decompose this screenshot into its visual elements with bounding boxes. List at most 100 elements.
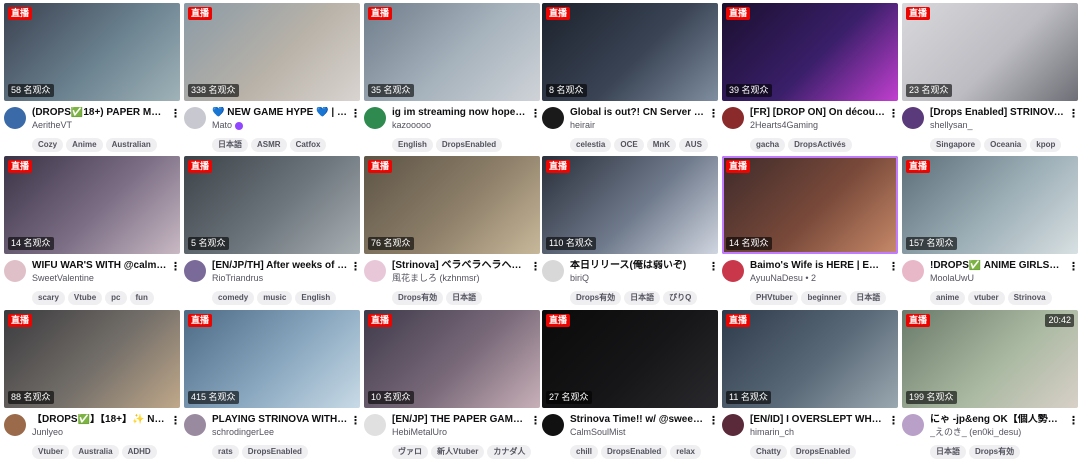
- stream-thumbnail[interactable]: 直播 27 名观众: [542, 310, 718, 408]
- avatar[interactable]: [902, 107, 924, 129]
- stream-thumbnail[interactable]: 直播 35 名观众: [364, 3, 540, 101]
- stream-thumbnail[interactable]: 直播 88 名观众: [4, 310, 180, 408]
- channel-name[interactable]: himarin_ch: [750, 427, 886, 438]
- tag-chip[interactable]: relax: [670, 445, 701, 459]
- avatar[interactable]: [364, 414, 386, 436]
- channel-name[interactable]: RioTriandrus: [212, 273, 348, 284]
- stream-title[interactable]: !DROPS✅ ANIME GIRLS✅PEW...: [930, 260, 1066, 272]
- stream-thumbnail[interactable]: 直播 39 名观众: [722, 3, 898, 101]
- tag-chip[interactable]: DropsEnabled: [789, 445, 857, 459]
- more-options-icon[interactable]: ⋮: [888, 107, 899, 121]
- channel-name[interactable]: _えのき_ (en0ki_desu): [930, 427, 1066, 438]
- avatar[interactable]: [4, 414, 26, 436]
- avatar[interactable]: [542, 107, 564, 129]
- stream-thumbnail[interactable]: 直播 58 名观众: [4, 3, 180, 101]
- avatar[interactable]: [184, 107, 206, 129]
- stream-title[interactable]: ig im streaming now hope said ...: [392, 107, 528, 119]
- tag-chip[interactable]: scary: [32, 291, 65, 305]
- stream-thumbnail[interactable]: 直播 14 名观众: [722, 156, 898, 254]
- more-options-icon[interactable]: ⋮: [530, 414, 541, 428]
- tag-chip[interactable]: 日本語: [930, 445, 966, 459]
- stream-title[interactable]: [EN/JP] THE PAPER GAME IS ...: [392, 414, 528, 426]
- tag-chip[interactable]: Vtube: [67, 291, 103, 305]
- channel-name[interactable]: Mato: [212, 120, 348, 131]
- tag-chip[interactable]: MnK: [646, 138, 677, 152]
- tag-chip[interactable]: AUS: [679, 138, 708, 152]
- tag-chip[interactable]: Anime: [66, 138, 103, 152]
- avatar[interactable]: [722, 414, 744, 436]
- tag-chip[interactable]: 日本語: [446, 291, 483, 305]
- stream-title[interactable]: PLAYING STRINOVA WITH ENO...: [212, 414, 348, 426]
- tag-chip[interactable]: Strinova: [1007, 291, 1052, 305]
- tag-chip[interactable]: Australia: [72, 445, 119, 459]
- tag-chip[interactable]: ADHD: [121, 445, 157, 459]
- tag-chip[interactable]: Vtuber: [32, 445, 70, 459]
- channel-name[interactable]: SweetValentine: [32, 273, 168, 284]
- stream-title[interactable]: Global is out?! CN Server top 1...: [570, 107, 706, 119]
- tag-chip[interactable]: Australian: [105, 138, 157, 152]
- tag-chip[interactable]: カナダ人: [487, 445, 532, 459]
- stream-title[interactable]: [Drops Enabled] STRINOVA FIN...: [930, 107, 1066, 119]
- channel-name[interactable]: kazooooo: [392, 120, 528, 131]
- avatar[interactable]: [4, 107, 26, 129]
- stream-title[interactable]: (DROPS✅18+) PAPER MARIO ...: [32, 107, 168, 119]
- channel-name[interactable]: AyuuNaDesu • 2: [750, 273, 886, 284]
- stream-thumbnail[interactable]: 直播 415 名观众: [184, 310, 360, 408]
- tag-chip[interactable]: kpop: [1030, 138, 1062, 152]
- stream-thumbnail[interactable]: 直播 338 名观众: [184, 3, 360, 101]
- tag-chip[interactable]: ヴァロ: [392, 445, 428, 459]
- avatar[interactable]: [542, 414, 564, 436]
- channel-name[interactable]: 2Hearts4Gaming: [750, 120, 886, 131]
- tag-chip[interactable]: vtuber: [968, 291, 1005, 305]
- more-options-icon[interactable]: ⋮: [350, 414, 361, 428]
- more-options-icon[interactable]: ⋮: [1068, 107, 1079, 121]
- stream-title[interactable]: Strinova Time!! w/ @sweetvale...: [570, 414, 706, 426]
- stream-title[interactable]: 【DROPS✅】【18+】✨ NEW ...: [32, 414, 168, 426]
- more-options-icon[interactable]: ⋮: [888, 260, 899, 274]
- tag-chip[interactable]: 日本語: [850, 291, 887, 305]
- tag-chip[interactable]: beginner: [801, 291, 848, 305]
- stream-title[interactable]: 本日リリース(俺は弱いぞ): [570, 260, 706, 272]
- tag-chip[interactable]: OCE: [614, 138, 644, 152]
- stream-title[interactable]: にゃ -jp&eng OK【個人勢】-----: [930, 414, 1066, 426]
- stream-thumbnail[interactable]: 直播 11 名观众: [722, 310, 898, 408]
- stream-thumbnail[interactable]: 直播 8 名观众: [542, 3, 718, 101]
- channel-name[interactable]: AeritheVT: [32, 120, 168, 131]
- tag-chip[interactable]: ASMR: [251, 138, 287, 152]
- more-options-icon[interactable]: ⋮: [170, 107, 181, 121]
- channel-name[interactable]: heirair: [570, 120, 706, 131]
- channel-name[interactable]: MoolaUwU: [930, 273, 1066, 284]
- tag-chip[interactable]: gacha: [750, 138, 786, 152]
- avatar[interactable]: [902, 414, 924, 436]
- avatar[interactable]: [902, 260, 924, 282]
- stream-title[interactable]: WIFU WAR'S WITH @calmsoul...: [32, 260, 168, 272]
- stream-thumbnail[interactable]: 直播 10 名观众: [364, 310, 540, 408]
- tag-chip[interactable]: English: [392, 138, 433, 152]
- more-options-icon[interactable]: ⋮: [1068, 414, 1079, 428]
- channel-name[interactable]: Junlyeo: [32, 427, 168, 438]
- stream-title[interactable]: [EN/JP/TH] After weeks of play...: [212, 260, 348, 272]
- tag-chip[interactable]: anime: [930, 291, 966, 305]
- avatar[interactable]: [364, 107, 386, 129]
- more-options-icon[interactable]: ⋮: [530, 260, 541, 274]
- tag-chip[interactable]: Catfox: [289, 138, 327, 152]
- tag-chip[interactable]: music: [257, 291, 293, 305]
- tag-chip[interactable]: chill: [570, 445, 599, 459]
- more-options-icon[interactable]: ⋮: [350, 107, 361, 121]
- more-options-icon[interactable]: ⋮: [350, 260, 361, 274]
- channel-name[interactable]: CalmSoulMist: [570, 427, 706, 438]
- tag-chip[interactable]: Cozy: [32, 138, 64, 152]
- stream-title[interactable]: 💙 NEW GAME HYPE 💙 | !rogu...: [212, 107, 348, 119]
- avatar[interactable]: [722, 107, 744, 129]
- channel-name[interactable]: shellysan_: [930, 120, 1066, 131]
- channel-name[interactable]: HebiMetalUro: [392, 427, 528, 438]
- stream-thumbnail[interactable]: 直播 23 名观众: [902, 3, 1078, 101]
- tag-chip[interactable]: Drops有効: [570, 291, 622, 305]
- tag-chip[interactable]: English: [295, 291, 337, 305]
- tag-chip[interactable]: Drops有効: [969, 445, 1021, 459]
- avatar[interactable]: [364, 260, 386, 282]
- more-options-icon[interactable]: ⋮: [708, 414, 719, 428]
- channel-name[interactable]: 風花ましろ (kzhnmsr): [392, 273, 528, 284]
- stream-thumbnail[interactable]: 直播 157 名观众: [902, 156, 1078, 254]
- stream-title[interactable]: [FR] [DROP ON] On découvre, ...: [750, 107, 886, 119]
